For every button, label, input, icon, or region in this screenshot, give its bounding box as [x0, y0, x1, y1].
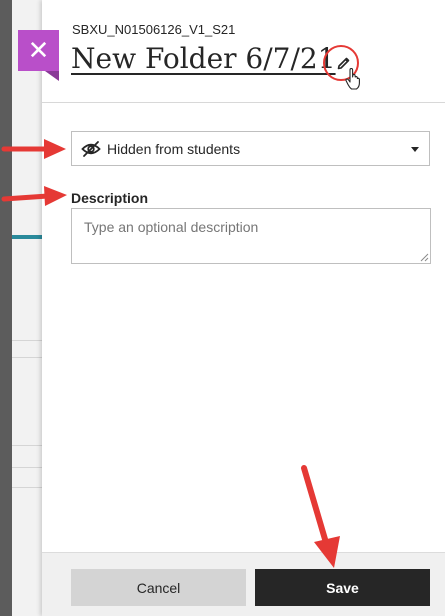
hand-cursor-icon — [345, 68, 360, 90]
resize-grip-icon[interactable] — [419, 252, 429, 262]
annotation-arrow-visibility — [1, 139, 66, 159]
folder-title[interactable]: New Folder 6/7/21 — [71, 42, 336, 75]
background-divider — [12, 445, 42, 446]
eye-slash-icon — [81, 141, 101, 157]
chevron-down-icon — [411, 147, 419, 152]
background-divider — [12, 467, 42, 468]
background-divider — [12, 340, 42, 341]
course-id: SBXU_N01506126_V1_S21 — [72, 22, 236, 37]
description-label: Description — [71, 190, 149, 206]
close-button[interactable]: ✕ — [18, 30, 59, 81]
folder-settings-panel — [42, 0, 445, 616]
background-divider — [12, 487, 42, 488]
cancel-button[interactable]: Cancel — [71, 569, 246, 606]
background-divider — [12, 357, 42, 358]
annotation-arrow-save — [301, 465, 340, 568]
header-divider — [42, 102, 445, 103]
description-textarea[interactable] — [71, 208, 431, 264]
visibility-dropdown[interactable]: Hidden from students — [71, 131, 430, 166]
visibility-selected-label: Hidden from students — [107, 141, 241, 157]
save-button[interactable]: Save — [255, 569, 430, 606]
annotation-arrow-description — [1, 186, 67, 206]
background-page-strip — [0, 0, 12, 616]
close-icon: ✕ — [27, 35, 50, 65]
background-page — [0, 0, 42, 616]
background-accent-bar — [12, 235, 42, 239]
